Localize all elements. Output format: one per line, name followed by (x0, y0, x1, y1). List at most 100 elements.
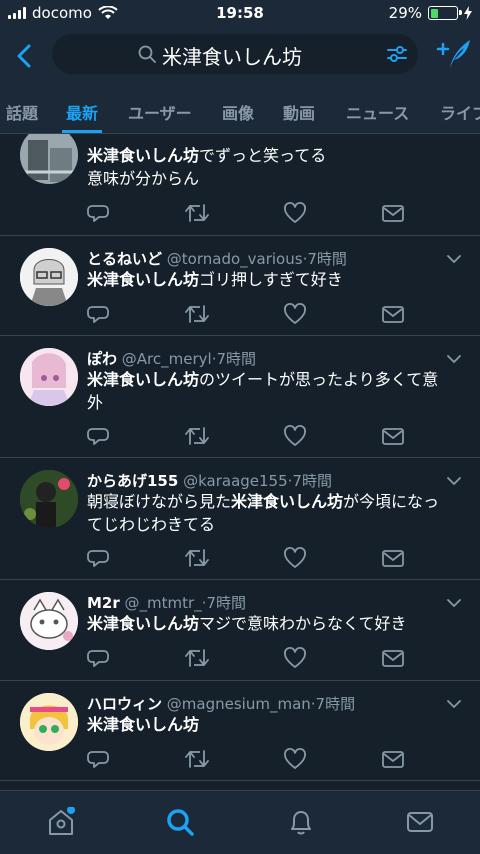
chevron-down-icon[interactable] (446, 350, 462, 369)
tweet-text-rest: マジで意味わからなくて好き (199, 614, 407, 633)
retweet-icon[interactable] (184, 747, 210, 775)
retweet-icon[interactable] (184, 646, 210, 674)
tweet-meta: M2r @_mtmtr_·7時間 (87, 592, 246, 613)
chevron-down-icon[interactable] (446, 250, 462, 269)
tweet-text: 米津食いしん坊のツイートが思ったより多くて意 外 (87, 368, 467, 414)
dm-icon[interactable] (381, 546, 405, 574)
user-name[interactable]: ぽわ (87, 350, 117, 368)
search-header: 米津食いしん坊 (0, 28, 480, 84)
tab-latest[interactable]: 最新 (66, 100, 98, 124)
avatar[interactable] (20, 348, 78, 406)
avatar[interactable] (20, 693, 78, 751)
reply-icon[interactable] (87, 424, 111, 452)
user-handle[interactable]: @tornado_various (167, 250, 303, 268)
tweet-time: ·7時間 (310, 695, 356, 713)
tweet-text-rest: のツイートが思ったより多くて意 (199, 370, 439, 389)
tweet-actions (87, 302, 417, 326)
like-icon[interactable] (283, 201, 307, 229)
dm-icon[interactable] (381, 646, 405, 674)
like-icon[interactable] (283, 302, 307, 330)
dm-icon[interactable] (381, 201, 405, 229)
battery-percent: 29% (388, 4, 422, 22)
tweet-1[interactable]: とるねいど @tornado_various·7時間 米津食いしん坊ゴリ押しすぎ… (0, 236, 480, 336)
tab-trending[interactable]: 話題 (6, 100, 38, 124)
tweet-meta: とるねいど @tornado_various·7時間 (87, 248, 347, 269)
reply-icon[interactable] (87, 201, 111, 229)
compose-tweet-icon[interactable] (436, 36, 472, 72)
tweet-actions (87, 747, 417, 771)
user-name[interactable]: ハロウィン (87, 695, 162, 713)
tweet-3[interactable]: からあげ155 @karaage155·7時間 朝寝ぼけながら見た米津食いしん坊… (0, 458, 480, 580)
charging-icon (464, 6, 472, 20)
dm-icon[interactable] (381, 747, 405, 775)
tweet-text-line2: てじわじわきてる (87, 515, 216, 534)
tab-users[interactable]: ユーザー (128, 100, 192, 124)
tweet-actions (87, 424, 417, 448)
tweet-actions (87, 646, 417, 670)
tweet-meta: ハロウィン @magnesium_man·7時間 (87, 693, 355, 714)
retweet-icon[interactable] (184, 546, 210, 574)
keyword-highlight: 米津食いしん坊 (87, 370, 200, 389)
user-name[interactable]: とるねいど (87, 250, 162, 268)
tweet-feed[interactable]: 米津食いしん坊でずっと笑ってる 意味が分からん とるねいど @tornado_v… (0, 134, 480, 790)
like-icon[interactable] (283, 424, 307, 452)
dm-icon[interactable] (381, 302, 405, 330)
user-handle[interactable]: @karaage155 (183, 472, 288, 490)
home-icon[interactable] (46, 807, 76, 837)
tweet-text-pre: 朝寝ぼけながら見た (87, 492, 232, 511)
search-tabs: 話題 最新 ユーザー 画像 動画 ニュース ライブ (0, 84, 480, 134)
retweet-icon[interactable] (184, 302, 210, 330)
keyword-highlight: 米津食いしん坊 (87, 614, 200, 633)
tab-live[interactable]: ライブ (440, 100, 480, 124)
tweet-4[interactable]: M2r @_mtmtr_·7時間 米津食いしん坊マジで意味わからなくて好き (0, 580, 480, 681)
back-arrow-icon[interactable] (10, 38, 40, 74)
search-query[interactable]: 米津食いしん坊 (162, 41, 302, 70)
retweet-icon[interactable] (184, 201, 210, 229)
retweet-icon[interactable] (184, 424, 210, 452)
tweet-text-rest: でずっと笑ってる (199, 146, 327, 165)
user-name[interactable]: M2r (87, 594, 120, 612)
user-handle[interactable]: @_mtmtr_ (125, 594, 202, 612)
keyword-highlight: 米津食いしん坊 (87, 146, 200, 165)
tweet-text-line2: 意味が分からん (87, 169, 200, 188)
tweet-text-rest: が今頃になっ (343, 492, 440, 511)
user-handle[interactable]: @magnesium_man (167, 695, 311, 713)
tweet-time: ·7時間 (211, 350, 257, 368)
notifications-icon[interactable] (286, 807, 316, 837)
filter-icon[interactable] (386, 43, 408, 65)
tweet-text: 米津食いしん坊ゴリ押しすぎて好き (87, 268, 467, 291)
keyword-highlight: 米津食いしん坊 (87, 270, 200, 289)
bottom-tab-bar (0, 790, 480, 854)
search-input[interactable]: 米津食いしん坊 (52, 34, 418, 74)
dm-icon[interactable] (381, 424, 405, 452)
reply-icon[interactable] (87, 646, 111, 674)
search-tab-icon[interactable] (165, 807, 195, 837)
user-name[interactable]: からあげ155 (87, 472, 178, 490)
avatar[interactable] (20, 134, 78, 184)
status-bar: docomo 19:58 29% (0, 0, 480, 28)
like-icon[interactable] (283, 546, 307, 574)
reply-icon[interactable] (87, 546, 111, 574)
avatar[interactable] (20, 248, 78, 306)
chevron-down-icon[interactable] (446, 695, 462, 714)
avatar[interactable] (20, 592, 78, 650)
tweet-2[interactable]: ぽわ @Arc_meryl·7時間 米津食いしん坊のツイートが思ったより多くて意… (0, 336, 480, 458)
tab-videos[interactable]: 動画 (283, 100, 315, 124)
tweet-text: 米津食いしん坊 (87, 713, 467, 736)
tweet-0[interactable]: 米津食いしん坊でずっと笑ってる 意味が分からん (0, 134, 480, 236)
like-icon[interactable] (283, 747, 307, 775)
tweet-time: ·7時間 (201, 594, 247, 612)
reply-icon[interactable] (87, 302, 111, 330)
avatar[interactable] (20, 470, 78, 528)
chevron-down-icon[interactable] (446, 472, 462, 491)
tweet-text-line2: 外 (87, 393, 104, 412)
like-icon[interactable] (283, 646, 307, 674)
chevron-down-icon[interactable] (446, 594, 462, 613)
tweet-5[interactable]: ハロウィン @magnesium_man·7時間 米津食いしん坊 (0, 681, 480, 781)
reply-icon[interactable] (87, 747, 111, 775)
user-handle[interactable]: @Arc_meryl (122, 350, 212, 368)
tweet-meta: ぽわ @Arc_meryl·7時間 (87, 348, 256, 369)
tab-news[interactable]: ニュース (346, 100, 409, 124)
tab-photos[interactable]: 画像 (222, 100, 254, 124)
messages-icon[interactable] (405, 807, 435, 837)
